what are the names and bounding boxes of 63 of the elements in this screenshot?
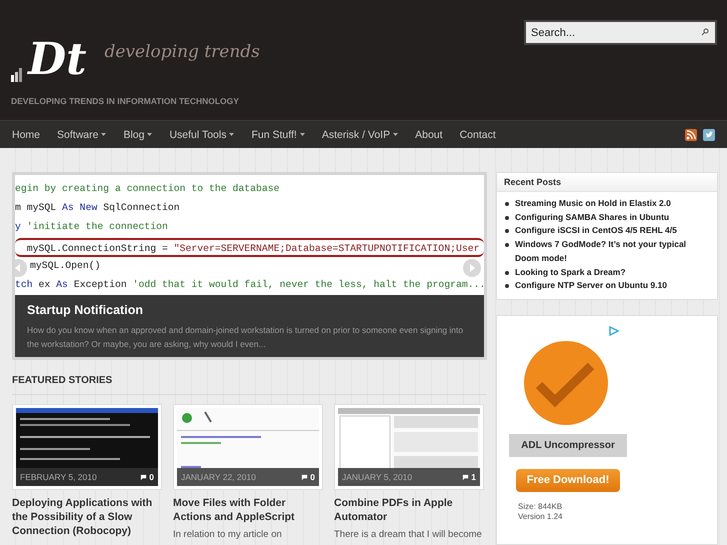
caret-icon	[229, 133, 234, 136]
post-link[interactable]: Looking to Spark a Dream?	[515, 266, 626, 280]
story-title[interactable]: Move Files with Folder Actions and AppleScript	[173, 496, 323, 524]
story-thumbnail[interactable]: JANUARY 5, 2010 1	[334, 404, 484, 490]
code-line: egin by creating a connection to the database	[15, 182, 280, 196]
story-date: FEBRUARY 5, 2010	[20, 472, 97, 482]
story-thumbnail[interactable]: JANUARY 22, 2010 0	[173, 404, 323, 490]
comment-icon	[140, 474, 148, 480]
slide-title: Startup Notification	[27, 303, 144, 317]
story-excerpt: There is a dream that I will become	[334, 529, 483, 540]
nav-link[interactable]: Useful Tools	[169, 128, 234, 140]
code-line: tch ex As Exception 'odd that it would fail, never the less, halt the program...	[15, 278, 484, 292]
story-date: JANUARY 22, 2010	[181, 472, 256, 482]
caret-icon	[300, 133, 305, 136]
code-line: mySQL.ConnectionString = "Server=SERVERNAME;Database=STARTUPNOTIFICATION;User	[15, 238, 484, 257]
nav-link[interactable]: Blog	[123, 128, 152, 140]
rss-icon[interactable]	[685, 128, 697, 140]
bullet-icon	[505, 229, 509, 234]
nav-link[interactable]: Contact	[460, 128, 496, 140]
caret-icon	[101, 133, 106, 136]
nav-link[interactable]: About	[415, 128, 443, 140]
post-link[interactable]: Configure NTP Server on Ubuntu 9.10	[515, 279, 667, 293]
code-line: y 'initiate the connection	[15, 220, 168, 234]
caret-icon	[393, 133, 398, 136]
comment-count: 1	[462, 472, 476, 482]
code-line: mySQL.Open()	[30, 258, 101, 273]
story-title[interactable]: Combine PDFs in Apple Automator	[334, 496, 484, 524]
search-icon[interactable]	[701, 28, 709, 36]
nav-link[interactable]: Software	[57, 128, 106, 140]
search-field[interactable]: Search...	[524, 20, 717, 45]
comment-count: 0	[140, 472, 154, 482]
version-text: Version 1.24	[518, 512, 564, 522]
nav-link[interactable]: Home	[12, 128, 40, 140]
file-size: Size: 844KB	[518, 502, 564, 512]
post-link[interactable]: Windows 7 GodMode? It’s not your typical Doom mode!	[515, 238, 711, 266]
slide-excerpt: How do you know when an approved and domain-joined workstation is turned on prior to someone even signing into the workstation? Or maybe, you are asking, why would I even...	[27, 324, 464, 351]
bars-icon	[11, 68, 22, 82]
bullet-icon	[505, 202, 509, 206]
post-link[interactable]: Configuring SAMBA Shares in Ubuntu	[515, 210, 670, 224]
story-thumbnail[interactable]: FEBRUARY 5, 2010 0	[12, 404, 162, 490]
bullet-icon	[505, 270, 509, 275]
bullet-icon	[505, 243, 509, 248]
comment-icon	[462, 474, 470, 480]
section-heading: FEATURED STORIES	[12, 375, 487, 395]
checkmark-icon	[523, 340, 609, 426]
site-tagline: DEVELOPING TRENDS IN INFORMATION TECHNOLOGY	[11, 96, 240, 106]
logo-mark: Dt	[26, 36, 88, 84]
story-title[interactable]: Deploying Applications with the Possibility of a Slow Connection (Robocopy)	[12, 496, 162, 538]
comment-count: 0	[301, 472, 315, 482]
post-link[interactable]: Configure iSCSI in CentOS 4/5 REHL 4/5	[515, 224, 677, 238]
nav-link[interactable]: Fun Stuff!	[251, 128, 305, 140]
bird-icon[interactable]	[703, 128, 715, 140]
caret-icon	[147, 133, 152, 136]
product-name: ADL Uncompressor	[509, 434, 627, 457]
nav-link[interactable]: Asterisk / VoIP	[322, 128, 398, 140]
bullet-icon	[505, 284, 509, 288]
comment-icon	[301, 474, 308, 480]
story-excerpt: In relation to my article on	[173, 529, 283, 540]
story-date: JANUARY 5, 2010	[342, 472, 412, 482]
bullet-icon	[505, 216, 509, 220]
code-line: m mySQL As New SqlConnection	[15, 201, 180, 216]
post-link[interactable]: Streaming Music on Hold in Elastix 2.0	[515, 197, 671, 211]
logo-text: developing trends	[104, 42, 260, 62]
